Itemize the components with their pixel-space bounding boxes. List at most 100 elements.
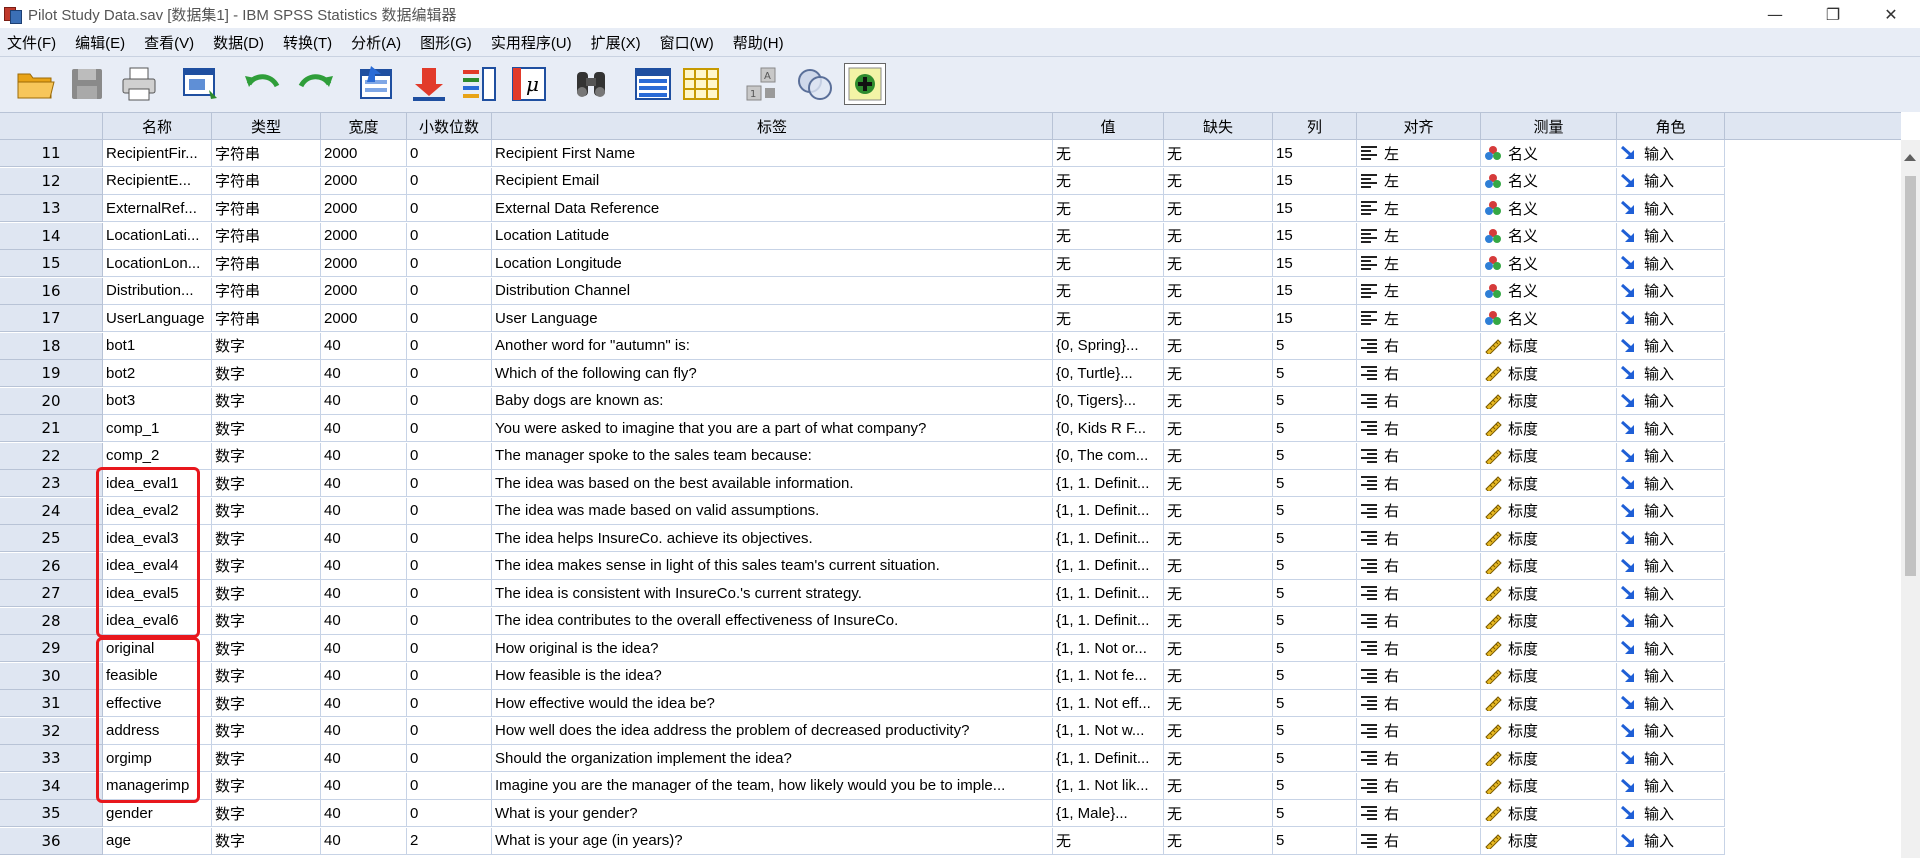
cell-dec[interactable]: 0	[407, 552, 492, 580]
cell-name[interactable]: LocationLon...	[103, 250, 212, 277]
cell-label[interactable]: External Data Reference	[492, 195, 1053, 222]
cell-missing[interactable]: 无	[1164, 662, 1273, 690]
cell-width[interactable]: 40	[321, 470, 407, 497]
cell-width[interactable]: 40	[321, 772, 407, 800]
cell-cols[interactable]: 15	[1273, 167, 1357, 195]
cell-missing[interactable]: 无	[1164, 140, 1273, 167]
cell-align[interactable]: 右	[1357, 607, 1481, 635]
cell-role[interactable]: 输入	[1617, 800, 1725, 827]
row-header[interactable]: 33	[0, 745, 103, 772]
cell-role[interactable]: 输入	[1617, 250, 1725, 277]
row-header[interactable]: 26	[0, 552, 103, 580]
cell-dec[interactable]: 0	[407, 442, 492, 470]
goto-case-icon[interactable]	[356, 63, 398, 105]
col-header-measure[interactable]: 测量	[1481, 112, 1617, 140]
cell-label[interactable]: You were asked to imagine that you are a…	[492, 415, 1053, 442]
row-header[interactable]: 22	[0, 442, 103, 470]
col-header-decimals[interactable]: 小数位数	[407, 112, 492, 140]
cell-missing[interactable]: 无	[1164, 415, 1273, 442]
cell-values[interactable]: 无	[1053, 250, 1164, 277]
cell-type[interactable]: 数字	[212, 827, 321, 855]
cell-role[interactable]: 输入	[1617, 607, 1725, 635]
cell-missing[interactable]: 无	[1164, 222, 1273, 250]
cell-type[interactable]: 数字	[212, 470, 321, 497]
cell-role[interactable]: 输入	[1617, 497, 1725, 525]
cell-dec[interactable]: 0	[407, 140, 492, 167]
cell-dec[interactable]: 0	[407, 772, 492, 800]
cell-dec[interactable]: 0	[407, 277, 492, 305]
cell-values[interactable]: {1, 1. Definit...	[1053, 497, 1164, 525]
cell-type[interactable]: 字符串	[212, 195, 321, 222]
cell-dec[interactable]: 0	[407, 470, 492, 497]
print-icon[interactable]	[118, 63, 160, 105]
cell-label[interactable]: The idea helps InsureCo. achieve its obj…	[492, 525, 1053, 552]
cell-missing[interactable]: 无	[1164, 332, 1273, 360]
cell-width[interactable]: 40	[321, 497, 407, 525]
cell-measure[interactable]: 标度	[1481, 580, 1617, 607]
cell-cols[interactable]: 5	[1273, 360, 1357, 387]
cell-values[interactable]: 无	[1053, 195, 1164, 222]
cell-label[interactable]: Imagine you are the manager of the team,…	[492, 772, 1053, 800]
row-header[interactable]: 18	[0, 332, 103, 360]
cell-type[interactable]: 数字	[212, 717, 321, 745]
cell-dec[interactable]: 0	[407, 607, 492, 635]
cell-cols[interactable]: 5	[1273, 552, 1357, 580]
cell-align[interactable]: 右	[1357, 745, 1481, 772]
cell-cols[interactable]: 5	[1273, 827, 1357, 855]
cell-label[interactable]: Baby dogs are known as:	[492, 387, 1053, 415]
cell-cols[interactable]: 15	[1273, 222, 1357, 250]
cell-type[interactable]: 字符串	[212, 222, 321, 250]
cell-dec[interactable]: 0	[407, 332, 492, 360]
cell-type[interactable]: 数字	[212, 497, 321, 525]
save-disk-icon[interactable]	[66, 63, 108, 105]
row-header[interactable]: 12	[0, 167, 103, 195]
cell-align[interactable]: 右	[1357, 442, 1481, 470]
cell-dec[interactable]: 0	[407, 497, 492, 525]
menu-analyze[interactable]: 分析(A)	[344, 32, 413, 53]
cell-cols[interactable]: 5	[1273, 415, 1357, 442]
cell-missing[interactable]: 无	[1164, 800, 1273, 827]
cell-role[interactable]: 输入	[1617, 580, 1725, 607]
cell-type[interactable]: 数字	[212, 415, 321, 442]
cell-missing[interactable]: 无	[1164, 387, 1273, 415]
cell-values[interactable]: {1, 1. Definit...	[1053, 470, 1164, 497]
cell-name[interactable]: bot1	[103, 332, 212, 360]
cell-align[interactable]: 右	[1357, 800, 1481, 827]
weight-cases-icon[interactable]	[794, 63, 836, 105]
undo-icon[interactable]	[242, 63, 284, 105]
row-header[interactable]: 23	[0, 470, 103, 497]
cell-label[interactable]: The idea is consistent with InsureCo.'s …	[492, 580, 1053, 607]
menu-data[interactable]: 数据(D)	[206, 32, 276, 53]
cell-dec[interactable]: 0	[407, 800, 492, 827]
cell-type[interactable]: 数字	[212, 690, 321, 717]
cell-role[interactable]: 输入	[1617, 745, 1725, 772]
cell-align[interactable]: 左	[1357, 250, 1481, 277]
cell-values[interactable]: {1, 1. Not lik...	[1053, 772, 1164, 800]
cell-measure[interactable]: 标度	[1481, 360, 1617, 387]
cell-width[interactable]: 2000	[321, 305, 407, 332]
cell-role[interactable]: 输入	[1617, 222, 1725, 250]
row-header[interactable]: 11	[0, 140, 103, 167]
row-header[interactable]: 14	[0, 222, 103, 250]
cell-align[interactable]: 右	[1357, 470, 1481, 497]
cell-measure[interactable]: 标度	[1481, 387, 1617, 415]
cell-cols[interactable]: 5	[1273, 745, 1357, 772]
cell-name[interactable]: age	[103, 827, 212, 855]
restore-button[interactable]: ❐	[1804, 0, 1862, 28]
cell-cols[interactable]: 5	[1273, 525, 1357, 552]
cell-label[interactable]: How feasible is the idea?	[492, 662, 1053, 690]
cell-dec[interactable]: 0	[407, 167, 492, 195]
cell-label[interactable]: User Language	[492, 305, 1053, 332]
row-header[interactable]: 24	[0, 497, 103, 525]
cell-measure[interactable]: 名义	[1481, 305, 1617, 332]
cell-missing[interactable]: 无	[1164, 470, 1273, 497]
cell-width[interactable]: 40	[321, 442, 407, 470]
cell-width[interactable]: 40	[321, 717, 407, 745]
cell-width[interactable]: 40	[321, 607, 407, 635]
cell-label[interactable]: What is your age (in years)?	[492, 827, 1053, 855]
col-header-width[interactable]: 宽度	[321, 112, 407, 140]
cell-values[interactable]: {1, 1. Definit...	[1053, 580, 1164, 607]
col-header-align[interactable]: 对齐	[1357, 112, 1481, 140]
cell-type[interactable]: 数字	[212, 442, 321, 470]
cell-role[interactable]: 输入	[1617, 552, 1725, 580]
